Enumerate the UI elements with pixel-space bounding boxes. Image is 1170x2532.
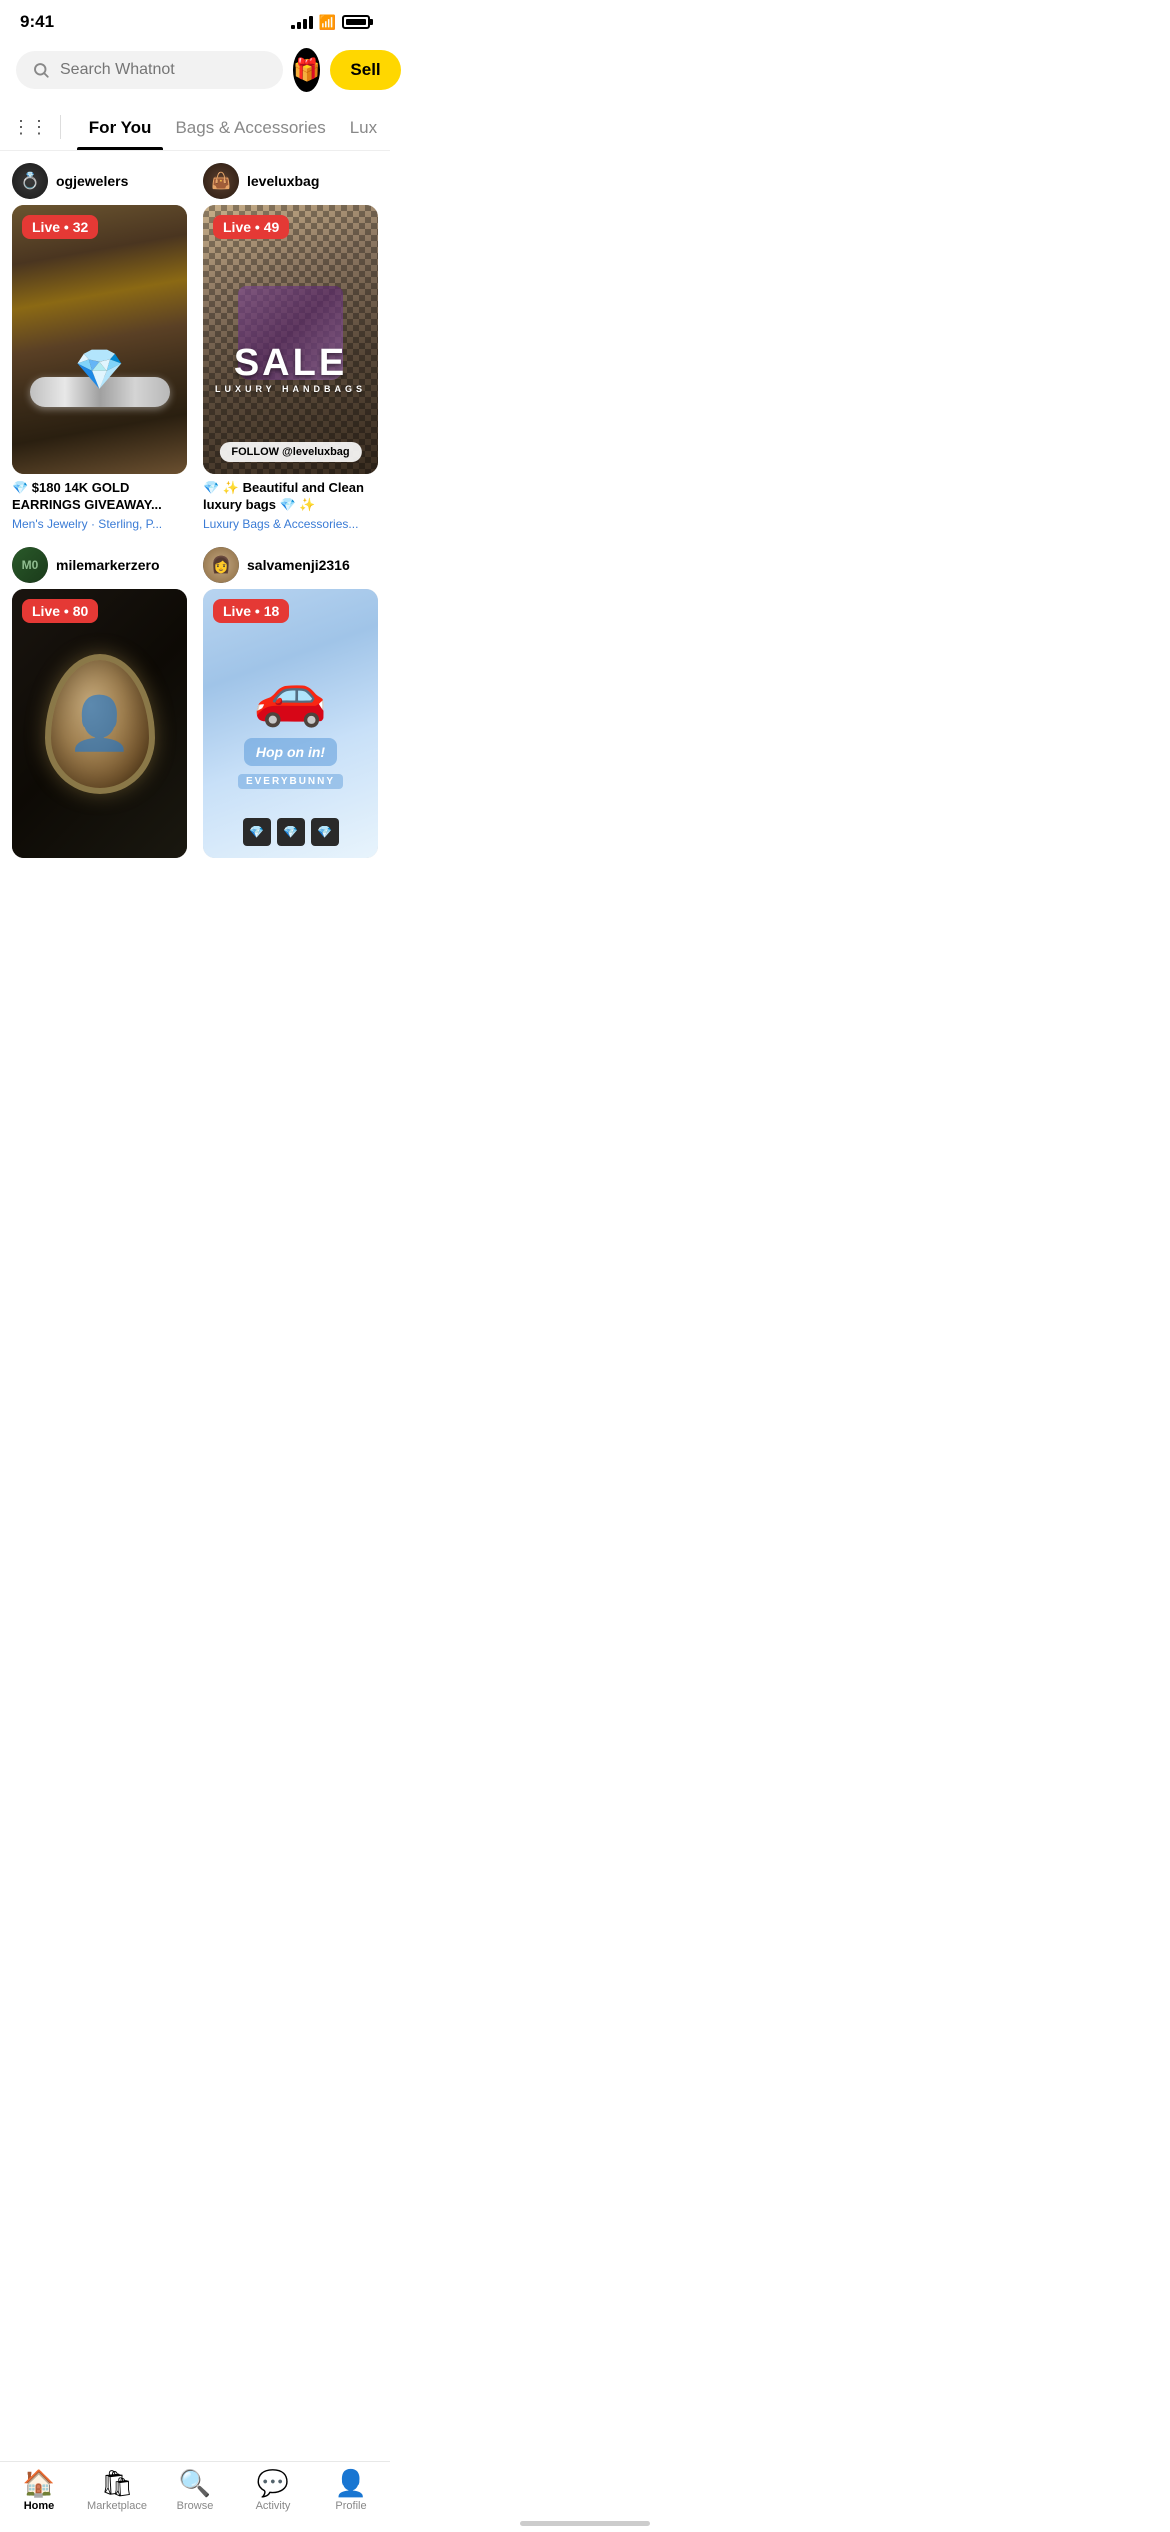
sale-subtext: LUXURY HANDBAGS	[203, 384, 378, 394]
avatar-leveluxbag: 👜	[203, 163, 239, 199]
live-card-milemarkerzero[interactable]: M0 milemarkerzero 👤 Live • 80	[12, 547, 187, 867]
sell-button[interactable]: Sell	[330, 50, 400, 90]
nav-browse[interactable]: 🔍 Browse	[156, 2470, 234, 2512]
live-badge-milemarkerzero: Live • 80	[22, 599, 98, 623]
status-icons: 📶	[291, 14, 370, 31]
tab-for-you[interactable]: For You	[77, 104, 164, 150]
card-title-ogjewelers: 💎 $180 14K GOLD EARRINGS GIVEAWAY...	[12, 480, 187, 514]
username-milemarkerzero: milemarkerzero	[56, 557, 160, 573]
username-ogjewelers: ogjewelers	[56, 173, 128, 189]
browse-icon: 🔍	[179, 2470, 211, 2496]
nav-browse-label: Browse	[177, 2500, 214, 2512]
search-row: 🎁 Sell	[0, 40, 390, 104]
tab-luxury-bags[interactable]: Luxury Bags	[338, 104, 378, 150]
avatar-salvamenji: 👩	[203, 547, 239, 583]
card-image-milemarkerzero: 👤 Live • 80	[12, 589, 187, 858]
signal-icon	[291, 16, 313, 29]
nav-profile-label: Profile	[335, 2500, 366, 2512]
wifi-icon: 📶	[319, 14, 336, 31]
username-leveluxbag: leveluxbag	[247, 173, 319, 189]
card-image-ogjewelers: Live • 32	[12, 205, 187, 474]
search-input[interactable]	[60, 61, 267, 79]
search-wrapper[interactable]	[16, 51, 283, 89]
activity-icon: 💬	[257, 2470, 289, 2496]
card-info-ogjewelers: 💎 $180 14K GOLD EARRINGS GIVEAWAY... Men…	[12, 474, 187, 531]
live-badge-leveluxbag: Live • 49	[213, 215, 289, 239]
live-card-ogjewelers[interactable]: 💍 ogjewelers Live • 32 💎 $180 14K GOLD E…	[12, 163, 187, 531]
home-icon: 🏠	[23, 2470, 55, 2496]
tab-bags-accessories[interactable]: Bags & Accessories	[163, 104, 337, 150]
battery-icon	[342, 15, 370, 29]
avatar-milemarkerzero: M0	[12, 547, 48, 583]
gift-icon: 🎁	[293, 57, 320, 83]
category-tabs: ⋮⋮ For You Bags & Accessories Luxury Bag…	[0, 104, 390, 151]
nav-activity[interactable]: 💬 Activity	[234, 2470, 312, 2512]
live-card-salvamenji[interactable]: 👩 salvamenji2316 🚗 Hop on in! EVERYBUNNY…	[203, 547, 378, 867]
status-time: 9:41	[20, 12, 54, 32]
avatar-ogjewelers: 💍	[12, 163, 48, 199]
tab-divider	[60, 115, 61, 139]
nav-marketplace-label: Marketplace	[87, 2500, 147, 2512]
marketplace-icon: 🛍	[100, 2470, 133, 2496]
home-indicator	[520, 2521, 650, 2526]
search-icon	[32, 61, 50, 79]
profile-icon: 👤	[335, 2470, 367, 2496]
nav-activity-label: Activity	[256, 2500, 291, 2512]
card-category-leveluxbag: Luxury Bags & Accessories...	[203, 517, 378, 531]
status-bar: 9:41 📶	[0, 0, 390, 40]
nav-marketplace[interactable]: 🛍 Marketplace	[78, 2470, 156, 2512]
card-header-ogjewelers: 💍 ogjewelers	[12, 163, 187, 199]
card-info-milemarkerzero	[12, 858, 187, 867]
card-category-ogjewelers: Men's Jewelry · Sterling, P...	[12, 517, 187, 531]
tabs-overflow: For You Bags & Accessories Luxury Bags	[77, 104, 378, 150]
card-info-salvamenji	[203, 858, 378, 867]
card-info-leveluxbag: 💎 ✨ Beautiful and Clean luxury bags 💎 ✨ …	[203, 474, 378, 531]
bottom-nav: 🏠 Home 🛍 Marketplace 🔍 Browse 💬 Activity…	[0, 2461, 390, 2532]
live-grid: 💍 ogjewelers Live • 32 💎 $180 14K GOLD E…	[0, 151, 390, 867]
nav-profile[interactable]: 👤 Profile	[312, 2470, 390, 2512]
live-badge-salvamenji: Live • 18	[213, 599, 289, 623]
username-salvamenji: salvamenji2316	[247, 557, 350, 573]
card-image-leveluxbag: SALE LUXURY HANDBAGS Live • 49 FOLLOW @l…	[203, 205, 378, 474]
live-card-leveluxbag[interactable]: 👜 leveluxbag SALE LUXURY HANDBAGS	[203, 163, 378, 531]
gift-button[interactable]: 🎁	[293, 48, 320, 92]
nav-home-label: Home	[24, 2500, 55, 2512]
grid-icon[interactable]: ⋮⋮	[12, 117, 48, 138]
sale-text: SALE	[203, 344, 378, 382]
card-title-leveluxbag: 💎 ✨ Beautiful and Clean luxury bags 💎 ✨	[203, 480, 378, 514]
card-image-salvamenji: 🚗 Hop on in! EVERYBUNNY 💎 💎 💎 Live • 18	[203, 589, 378, 858]
follow-badge-leveluxbag: FOLLOW @leveluxbag	[219, 442, 361, 462]
live-badge-ogjewelers: Live • 32	[22, 215, 98, 239]
card-header-leveluxbag: 👜 leveluxbag	[203, 163, 378, 199]
card-header-milemarkerzero: M0 milemarkerzero	[12, 547, 187, 583]
content-area: 💍 ogjewelers Live • 32 💎 $180 14K GOLD E…	[0, 151, 390, 957]
card-header-salvamenji: 👩 salvamenji2316	[203, 547, 378, 583]
nav-home[interactable]: 🏠 Home	[0, 2470, 78, 2512]
